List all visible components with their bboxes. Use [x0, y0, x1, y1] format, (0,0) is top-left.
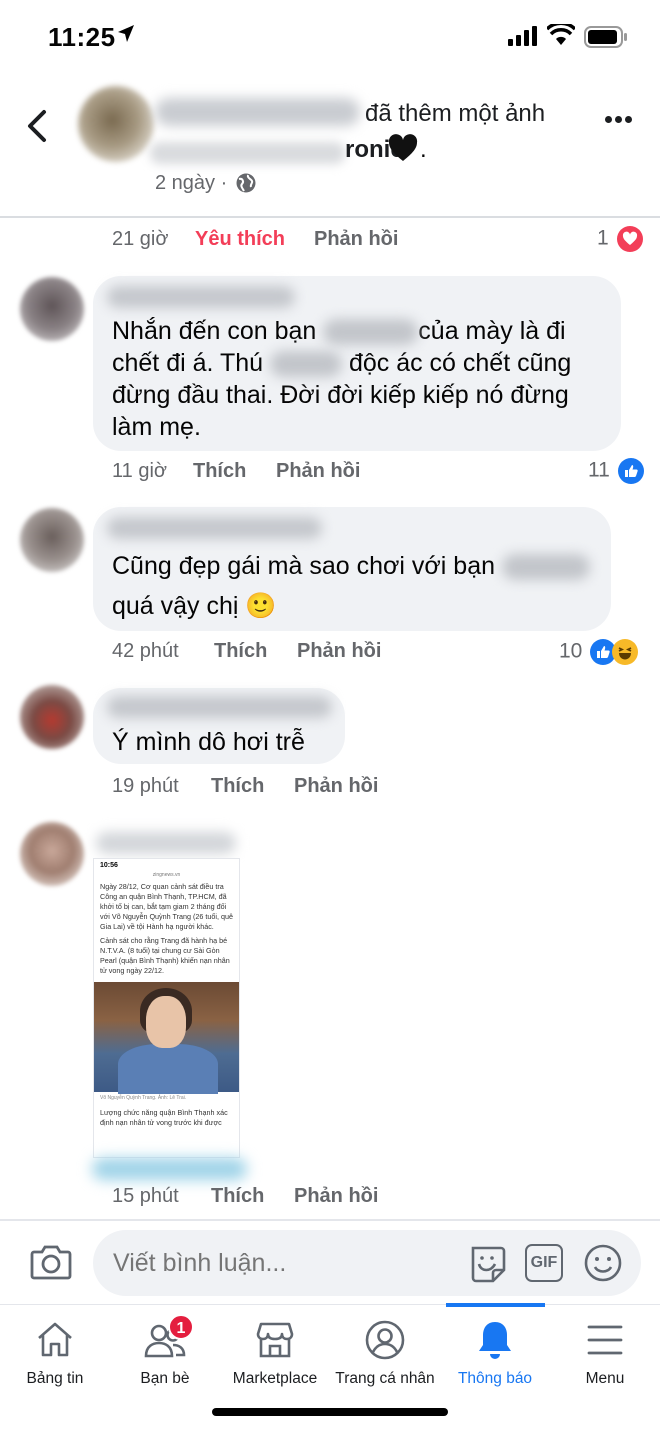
commenter-avatar[interactable]: [20, 277, 84, 341]
comment-bubble: Nhắn đến con bạn của mày là đi chết đi á…: [93, 276, 621, 451]
reaction-count: 10: [559, 639, 583, 663]
tab-friends[interactable]: 1 Bạn bè: [110, 1314, 220, 1388]
commenter-name-redacted: [107, 517, 322, 539]
comment-bubble: Cũng đẹp gái mà sao chơi với bạn quá vậy…: [93, 507, 611, 631]
tab-label: Menu: [585, 1370, 625, 1387]
album-suffix: .: [420, 136, 427, 163]
commenter-name-redacted: [96, 832, 236, 854]
tab-news-feed[interactable]: Bảng tin: [0, 1316, 110, 1388]
commenter-avatar[interactable]: [20, 508, 84, 572]
commenter-name-redacted: [107, 696, 332, 718]
comment-time: 21 giờ: [112, 228, 169, 250]
tab-notifications[interactable]: Thông báo: [440, 1316, 550, 1388]
tab-label: Bạn bè: [140, 1370, 190, 1387]
tab-marketplace[interactable]: Marketplace: [220, 1316, 330, 1388]
home-indicator: [212, 1408, 448, 1416]
reaction-count: 11: [588, 458, 610, 482]
status-time: 11:25: [48, 22, 116, 52]
black-heart-icon: [388, 134, 418, 161]
tab-label: Trang cá nhân: [335, 1370, 435, 1387]
commenter-avatar[interactable]: [20, 685, 84, 749]
image-attachment[interactable]: 10:56 zingnews.vn Ngày 28/12, Cơ quan cả…: [93, 858, 240, 1158]
post-header: đã thêm một ảnh ronie . 2 ngày ·: [0, 72, 660, 217]
signal-icon: [508, 26, 537, 46]
attachment-url: zingnews.vn: [152, 872, 181, 878]
commenter-avatar[interactable]: [20, 822, 84, 886]
redacted-text: [269, 351, 342, 378]
comment-time: 42 phút: [112, 640, 179, 662]
bell-icon: [479, 1322, 511, 1359]
redacted-text: [323, 319, 419, 346]
comment-composer: GIF: [93, 1230, 641, 1296]
wifi-icon: [547, 24, 575, 45]
redacted-bar: [92, 1158, 247, 1180]
like-button[interactable]: Thích: [193, 460, 246, 483]
more-options-icon[interactable]: [605, 110, 639, 130]
like-button[interactable]: Yêu thích: [195, 228, 285, 251]
reaction-summary[interactable]: 1: [597, 226, 643, 252]
like-button[interactable]: Thích: [211, 1185, 264, 1208]
profile-icon: [365, 1320, 405, 1360]
attachment-paragraph: Lượng chức năng quận Bình Thạnh xác định…: [100, 1108, 228, 1127]
home-icon: [38, 1322, 72, 1357]
attachment-photo: [94, 982, 239, 1094]
tab-label: Marketplace: [232, 1370, 318, 1387]
heart-reaction-icon: [616, 226, 643, 252]
reply-button[interactable]: Phản hồi: [314, 228, 398, 251]
post-timestamp: 2 ngày ·: [155, 172, 228, 194]
attachment-status-time: 10:56: [100, 862, 118, 869]
album-text-redacted: [150, 142, 345, 164]
poster-name-redacted: [155, 98, 360, 126]
like-button[interactable]: Thích: [214, 640, 267, 663]
menu-icon: [587, 1325, 623, 1355]
tabbar-divider: [0, 1304, 660, 1305]
battery-icon: [584, 26, 627, 48]
globe-icon: [236, 173, 256, 193]
composer-divider: [0, 1219, 660, 1221]
reaction-summary[interactable]: 11: [588, 458, 644, 484]
redacted-text: [501, 554, 590, 581]
comment-time: 15 phút: [112, 1185, 179, 1207]
reply-button[interactable]: Phản hồi: [276, 460, 360, 483]
comment-text: Ý mình dô hơi trễ: [112, 728, 305, 756]
tab-label: Bảng tin: [26, 1370, 84, 1387]
comment-actions: 15 phút Thích Phản hồi: [112, 1185, 652, 1211]
comment-time: 19 phút: [112, 775, 179, 797]
commenter-name-redacted: [107, 286, 295, 308]
comment-time: 11 giờ: [112, 460, 167, 482]
comment-input[interactable]: [113, 1249, 443, 1278]
comment-actions: 19 phút Thích Phản hồi: [112, 775, 652, 801]
reply-button[interactable]: Phản hồi: [297, 640, 381, 663]
status-bar: 11:25: [0, 0, 660, 72]
haha-reaction-icon: [612, 639, 639, 665]
comment-text: Cũng đẹp gái mà sao chơi với bạn quá vậy…: [112, 546, 612, 626]
post-action-text: đã thêm một ảnh: [365, 100, 546, 127]
notification-badge: 1: [168, 1314, 194, 1340]
reaction-summary[interactable]: 10: [559, 639, 639, 665]
like-button[interactable]: Thích: [211, 775, 264, 798]
tab-label: Thông báo: [457, 1370, 533, 1387]
emoji-icon[interactable]: [583, 1243, 623, 1283]
comment-actions: 11 giờ Thích Phản hồi: [112, 460, 652, 486]
reply-button[interactable]: Phản hồi: [294, 775, 378, 798]
comment-bubble: Ý mình dô hơi trễ: [93, 688, 345, 764]
attachment-paragraph: Cảnh sát cho rằng Trang đã hành hạ bé N.…: [100, 936, 230, 975]
active-tab-indicator: [446, 1303, 545, 1307]
comment-actions: 21 giờ Yêu thích Phản hồi: [112, 228, 652, 254]
tab-menu[interactable]: Menu: [550, 1316, 660, 1388]
sticker-icon[interactable]: [467, 1244, 507, 1284]
back-icon[interactable]: [22, 106, 54, 146]
reply-button[interactable]: Phản hồi: [294, 1185, 378, 1208]
camera-icon[interactable]: [30, 1243, 72, 1281]
attachment-paragraph: Ngày 28/12, Cơ quan cảnh sát điều tra Cô…: [100, 882, 233, 931]
poster-avatar[interactable]: [78, 86, 154, 162]
location-arrow-icon: [118, 25, 134, 42]
tab-profile[interactable]: Trang cá nhân: [330, 1316, 440, 1388]
reaction-count: 1: [597, 226, 609, 250]
header-divider: [0, 216, 660, 218]
like-reaction-icon: [617, 458, 644, 484]
comment-text: Nhắn đến con bạn của mày là đi chết đi á…: [112, 317, 572, 441]
marketplace-icon: [256, 1322, 294, 1358]
gif-button[interactable]: GIF: [525, 1244, 563, 1282]
